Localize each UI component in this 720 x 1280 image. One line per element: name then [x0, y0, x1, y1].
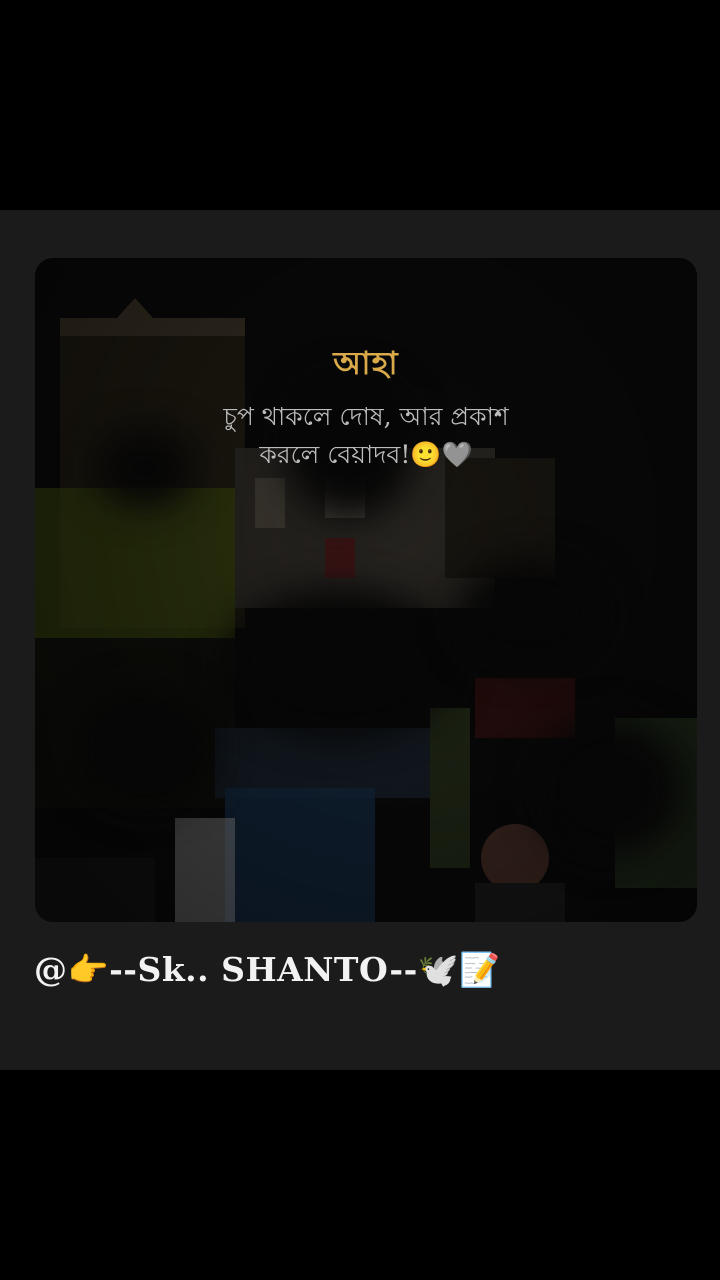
post-panel: আহা চুপ থাকলে দোষ, আর প্রকাশ করলে বেয়াদ…: [0, 210, 720, 1070]
post-caption: আহা চুপ থাকলে দোষ, আর প্রকাশ করলে বেয়াদ…: [35, 338, 697, 474]
screen: আহা চুপ থাকলে দোষ, আর প্রকাশ করলে বেয়াদ…: [0, 0, 720, 1280]
blur-blob: [455, 558, 605, 668]
username[interactable]: @👉--Sk.. SHANTO--🕊️📝: [34, 950, 501, 990]
blur-blob: [225, 588, 455, 738]
username-row[interactable]: @👉--Sk.. SHANTO--🕊️📝: [34, 948, 501, 992]
post-media[interactable]: আহা চুপ থাকলে দোষ, আর প্রকাশ করলে বেয়াদ…: [35, 258, 697, 922]
caption-line-1: চুপ থাকলে দোষ, আর প্রকাশ: [223, 402, 509, 431]
blur-blob: [535, 718, 685, 858]
caption-title: আহা: [333, 344, 399, 382]
blur-blob: [75, 688, 215, 808]
caption-line-2: করলে বেয়াদব!🙂🩶: [259, 440, 473, 469]
